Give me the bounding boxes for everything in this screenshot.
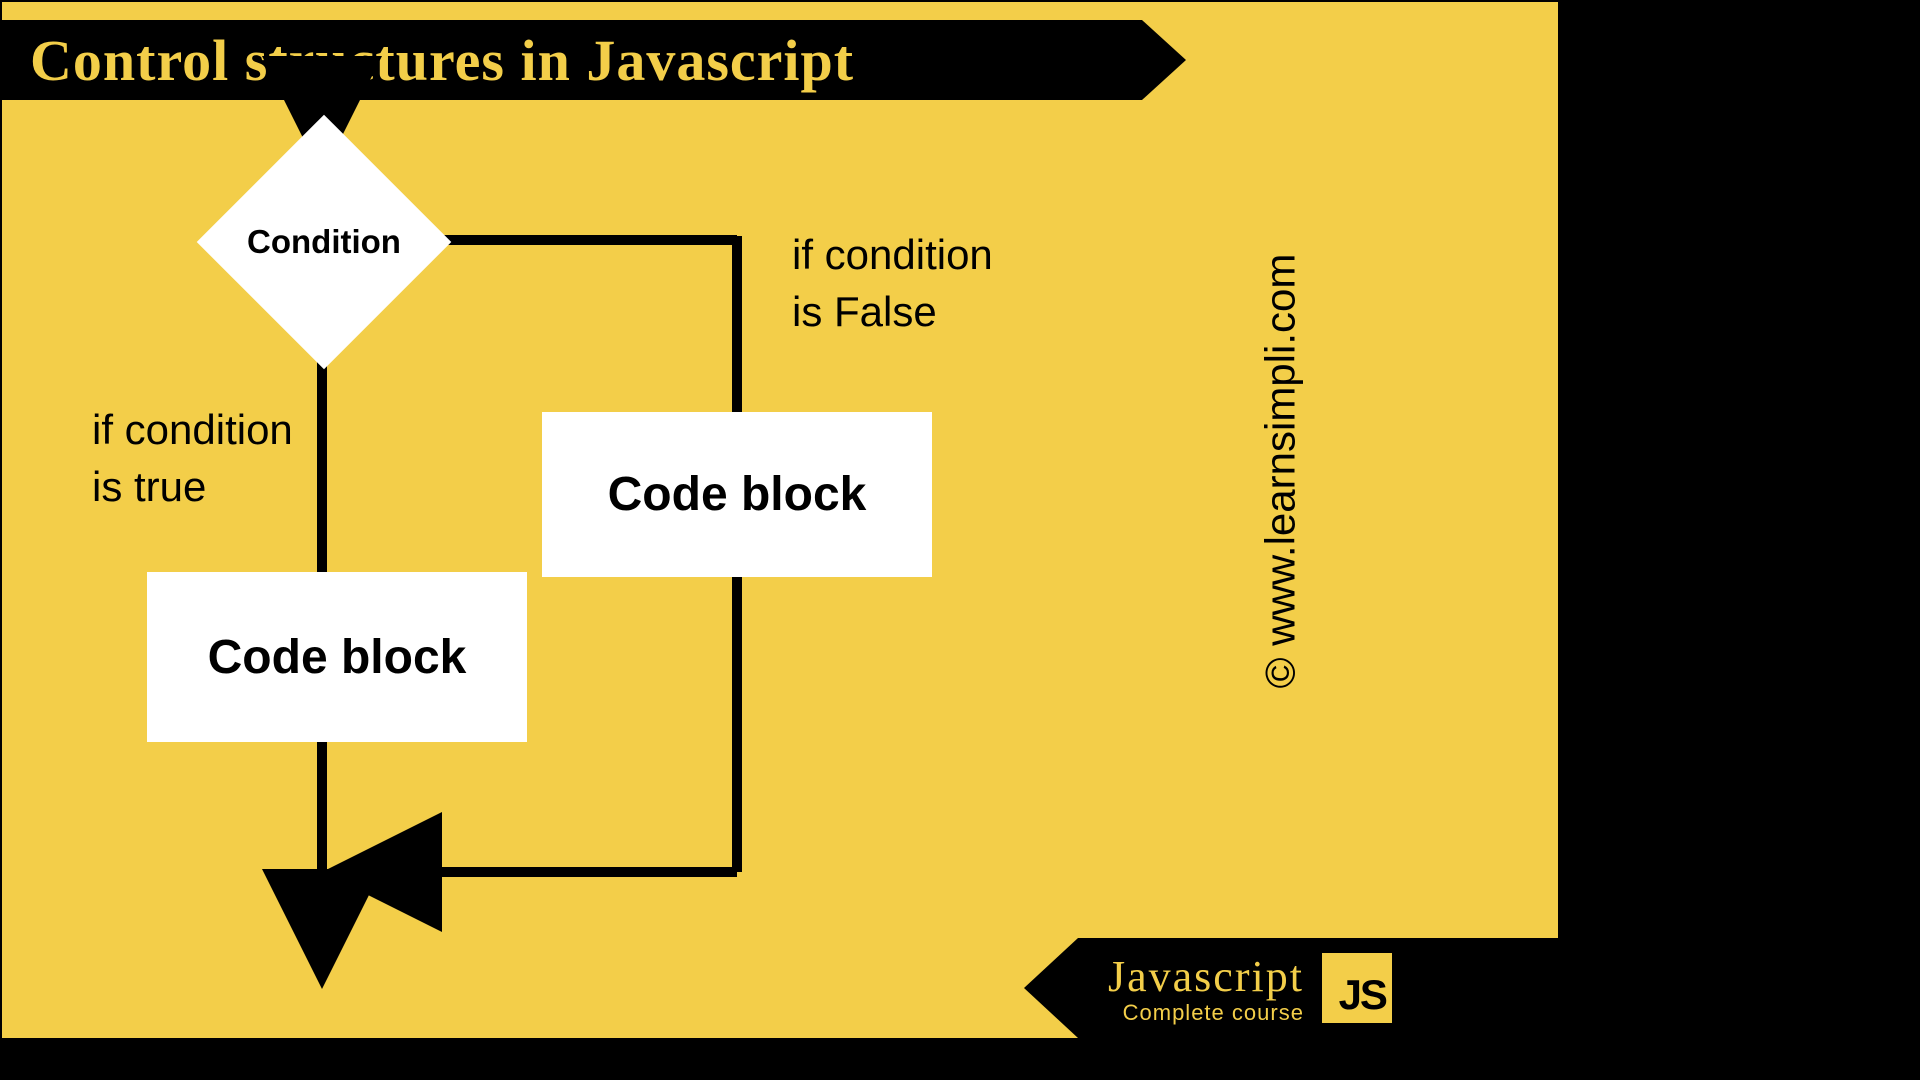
process-node-false: Code block	[542, 412, 932, 577]
footer-arrow-icon	[1024, 938, 1078, 1038]
process-node-true: Code block	[147, 572, 527, 742]
false-branch-label: if conditionis False	[792, 227, 993, 340]
decision-node: Condition	[197, 115, 452, 370]
process-false-label: Code block	[608, 467, 867, 522]
js-logo-icon: JS	[1322, 953, 1392, 1023]
diagram-canvas: Control structures in Javascript Conditi…	[0, 0, 1560, 1040]
process-true-label: Code block	[208, 630, 467, 685]
title-banner: Control structures in Javascript	[2, 20, 1142, 100]
true-branch-label: if conditionis true	[92, 402, 293, 515]
banner-arrow-icon	[1142, 20, 1186, 100]
js-logo-text: JS	[1339, 971, 1386, 1019]
footer-subtitle: Complete course	[1123, 1000, 1304, 1026]
decision-label: Condition	[234, 152, 414, 332]
copyright-text: © www.learnsimpli.com	[1257, 254, 1305, 689]
footer-banner: Javascript Complete course JS	[1078, 938, 1558, 1038]
page-title: Control structures in Javascript	[30, 27, 854, 94]
footer-title: Javascript	[1108, 951, 1304, 1002]
